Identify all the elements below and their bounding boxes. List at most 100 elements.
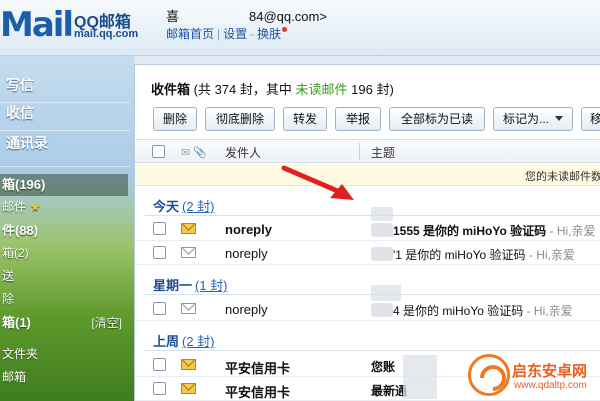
unread-envelope-icon <box>181 359 196 370</box>
watermark-url: www.qdaltp.com <box>514 380 587 391</box>
column-sender[interactable]: 发件人 <box>225 144 261 161</box>
unread-notice-text: 您的未读邮件数 <box>525 171 600 183</box>
user-name: 喜 <box>166 9 180 24</box>
folder-label: 箱(2) <box>2 246 29 260</box>
header-links: 邮箱首页 | 设置 - 换肤 <box>166 25 288 42</box>
folder-label: 文件夹 <box>2 347 39 361</box>
subject-text: 4 是你的 miHoYo 验证码 <box>393 304 524 318</box>
row-sender: noreply <box>225 246 268 261</box>
unread-count: 196 封) <box>351 82 394 97</box>
group-today: 今天 (2 封) <box>153 196 215 215</box>
annotation-arrow-icon <box>281 165 354 200</box>
unread-notice-bar: 您的未读邮件数 <box>135 164 600 186</box>
subject-text: '1 是你的 miHoYo 验证码 <box>393 248 526 262</box>
inbox-button[interactable]: 收信 <box>0 98 134 128</box>
group-count-link[interactable]: (1 封) <box>195 278 228 293</box>
subject-text: 1555 是你的 miHoYo 验证码 <box>393 224 547 238</box>
column-subject[interactable]: 主题 <box>371 144 395 161</box>
folder-spam[interactable]: 箱(1) [清空] <box>0 312 128 334</box>
row-subject[interactable]: 1555 是你的 miHoYo 验证码 - Hi,亲爱 <box>371 222 596 239</box>
folder-drafts[interactable]: 件(88) <box>0 220 128 242</box>
folder-label: 邮箱 <box>2 370 27 384</box>
subject-preview: - Hi,亲爱 <box>546 224 596 238</box>
row-sender: 平安信用卡 <box>225 385 291 400</box>
logo-domain: mail.qq.com <box>74 28 139 40</box>
row-subject[interactable]: '1 是你的 miHoYo 验证码 - Hi,亲爱 <box>371 246 575 263</box>
unread-envelope-icon <box>181 223 196 234</box>
link-mail-home[interactable]: 邮箱首页 <box>166 27 214 41</box>
star-icon: ★ <box>30 200 41 214</box>
mail-row[interactable]: noreply 4 是你的 miHoYo 验证码 - Hi,亲爱 <box>135 297 600 321</box>
folder-label: 除 <box>2 292 15 306</box>
watermark-title: 启东安卓网 <box>512 363 588 380</box>
read-envelope-icon <box>181 303 196 314</box>
redaction-blur <box>371 247 393 261</box>
nav-divider <box>0 166 130 167</box>
redaction-mosaic <box>403 355 437 399</box>
link-settings[interactable]: 设置 <box>223 27 247 41</box>
row-subject[interactable]: 最新通 <box>371 382 407 399</box>
compose-button[interactable]: 写信 <box>0 70 134 100</box>
subject-text: 您账 <box>371 360 396 374</box>
redaction-mosaic <box>371 207 393 221</box>
mark-as-dropdown[interactable]: 标记为... <box>493 107 573 131</box>
group-count-link[interactable]: (2 封) <box>182 334 215 349</box>
folder-deleted[interactable]: 除 <box>0 288 128 310</box>
group-label: 上周 <box>153 334 180 349</box>
folder-starred[interactable]: 邮件 ★ <box>0 196 128 218</box>
row-checkbox[interactable] <box>153 302 166 315</box>
report-button[interactable]: 举报 <box>335 107 381 131</box>
mark-as-label: 标记为... <box>502 112 549 126</box>
folder-box[interactable]: 箱(2) <box>0 242 128 264</box>
watermark-logo-icon <box>468 354 510 396</box>
redaction-blur <box>371 303 393 317</box>
delete-permanent-button[interactable]: 彻底删除 <box>205 107 275 131</box>
group-label: 今天 <box>153 199 180 214</box>
column-divider <box>359 143 360 160</box>
row-sender: noreply <box>225 302 268 317</box>
row-checkbox[interactable] <box>153 222 166 235</box>
row-checkbox[interactable] <box>153 358 166 371</box>
folder-label: 箱(196) <box>2 177 46 192</box>
folder-other-mailbox[interactable]: 邮箱 <box>0 366 128 388</box>
folder-label: 件(88) <box>2 223 39 238</box>
subject-preview: - Hi,亲爱 <box>523 304 573 318</box>
header: Mail QQ邮箱 mail.qq.com 喜 84@qq.com> 邮箱首页 | 设… <box>0 0 600 56</box>
clear-folder-link[interactable]: [清空] <box>91 312 122 334</box>
row-checkbox[interactable] <box>153 382 166 395</box>
unread-envelope-icon <box>181 383 196 394</box>
folder-label: 送 <box>2 269 15 283</box>
group-monday: 星期一 (1 封) <box>153 275 228 294</box>
unread-link[interactable]: 未读邮件 <box>296 82 348 97</box>
mail-row[interactable]: noreply 1555 是你的 miHoYo 验证码 - Hi,亲爱 <box>135 217 600 241</box>
mark-all-read-button[interactable]: 全部标为已读 <box>389 107 485 131</box>
read-envelope-icon <box>181 247 196 258</box>
subject-preview: - Hi,亲爱 <box>525 248 575 262</box>
folder-my-folders[interactable]: 文件夹 <box>0 343 128 365</box>
select-all-checkbox[interactable] <box>152 145 165 158</box>
page-title: 收件箱 (共 374 封，其中 未读邮件 196 封) <box>151 79 394 98</box>
redaction-blur <box>179 8 250 24</box>
watermark: 启东安卓网 www.qdaltp.com <box>468 350 600 401</box>
logo-mark: Mail <box>0 5 74 45</box>
delete-button[interactable]: 删除 <box>153 107 197 131</box>
folder-label: 邮件 <box>2 200 27 214</box>
total-count: (共 374 封，其中 <box>193 82 292 97</box>
folder-inbox[interactable]: 箱(196) <box>0 174 128 196</box>
redaction-blur <box>371 223 393 237</box>
redaction-mosaic <box>371 285 401 301</box>
qq-mail-logo[interactable]: Mail QQ邮箱 mail.qq.com <box>0 6 150 46</box>
forward-button[interactable]: 转发 <box>283 107 327 131</box>
envelope-attachment-icon: ✉ 📎 <box>181 147 207 159</box>
row-checkbox[interactable] <box>153 246 166 259</box>
contacts-button[interactable]: 通讯录 <box>0 128 134 158</box>
user-account: 喜 84@qq.com> <box>166 6 327 25</box>
mail-row[interactable]: noreply '1 是你的 miHoYo 验证码 - Hi,亲爱 <box>135 241 600 265</box>
group-count-link[interactable]: (2 封) <box>182 199 215 214</box>
folder-sent[interactable]: 送 <box>0 265 128 287</box>
link-skin[interactable]: 换肤 <box>257 27 281 41</box>
row-subject[interactable]: 4 是你的 miHoYo 验证码 - Hi,亲爱 <box>371 302 573 319</box>
move-button[interactable]: 移动 <box>581 107 600 131</box>
column-header: ✉ 📎 发件人 主题 <box>135 139 600 163</box>
row-subject[interactable]: 您账 <box>371 358 395 375</box>
